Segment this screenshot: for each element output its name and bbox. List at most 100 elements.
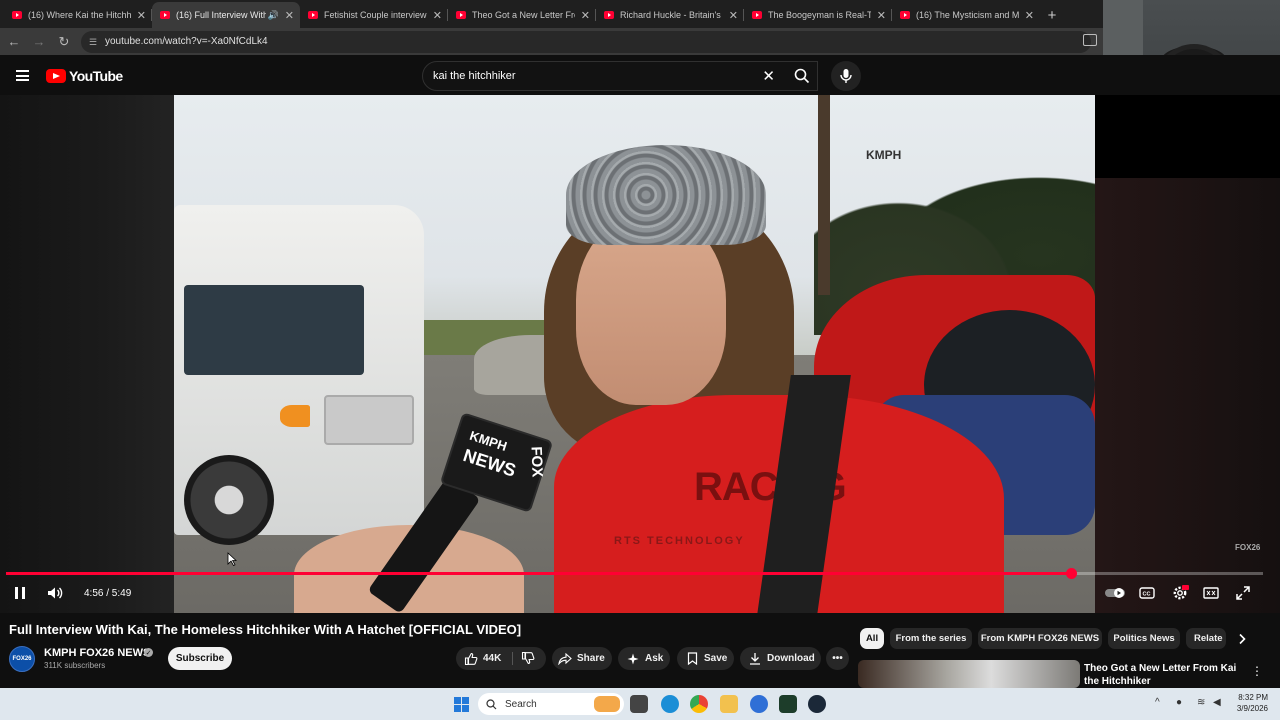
browser-tab[interactable]: (16) The Mysticism and Mag ✕ [892,2,1040,28]
channel-avatar[interactable]: FOX26 [9,646,35,672]
save-button[interactable]: Save [677,647,734,670]
tab-close-icon[interactable]: ✕ [433,9,442,22]
fullscreen-button[interactable] [1235,583,1251,603]
steam-icon[interactable] [808,695,826,713]
app-icon-green[interactable] [779,695,797,713]
like-count[interactable]: 44K [483,653,501,664]
tab-close-icon[interactable]: ✕ [285,9,294,22]
microphone-icon [840,69,852,83]
chip-related[interactable]: Relate [1186,628,1226,649]
browser-tab[interactable]: (16) Where Kai the Hitchhike ✕ [4,2,152,28]
back-arrow-icon[interactable]: ← [3,31,25,53]
chrome-browser-icon[interactable] [690,695,708,713]
chip-politics-news[interactable]: Politics News [1108,628,1180,649]
tab-audio-icon[interactable]: 🔊 [268,10,279,21]
volume-button[interactable] [46,583,64,603]
youtube-logo[interactable]: YouTube [46,68,123,84]
chip-from-channel[interactable]: From KMPH FOX26 NEWS [978,628,1102,649]
related-video-menu-icon[interactable]: ⋮ [1251,664,1263,678]
browser-tab[interactable]: Theo Got a New Letter From ✕ [448,2,596,28]
download-button[interactable]: Download [740,647,821,670]
edge-browser-icon[interactable] [661,695,679,713]
thumbs-up-icon [464,652,478,665]
browser-tab[interactable]: Richard Huckle - Britain's W ✕ [596,2,744,28]
like-dislike-group: 44K [456,647,546,670]
youtube-favicon-icon [12,11,22,19]
svg-text:CC: CC [1143,592,1151,598]
shirt-sub-text: RTS TECHNOLOGY [614,535,745,547]
progress-bar[interactable] [6,568,1263,579]
dislike-button[interactable] [521,651,535,668]
verified-check-icon: ✓ [144,648,153,657]
browser-tab-active[interactable]: (16) Full Interview With K 🔊 ✕ [152,2,300,28]
like-button[interactable] [464,652,478,666]
cast-icon[interactable] [1083,34,1097,46]
progress-scrubber-handle[interactable] [1065,568,1077,579]
video-frame[interactable]: RACING RTS TECHNOLOGY KMPH NEWS FOX KMPH [174,95,1095,613]
reload-icon[interactable]: ↻ [53,31,75,53]
search-icon [794,68,810,84]
video-title: Full Interview With Kai, The Homeless Hi… [9,622,522,637]
taskbar-search[interactable]: Search [478,693,624,715]
tab-close-icon[interactable]: ✕ [729,9,738,22]
chip-from-the-series[interactable]: From the series [890,628,972,649]
settings-button[interactable] [1170,583,1190,603]
forward-arrow-icon[interactable]: → [28,31,50,53]
tab-title: The Boogeyman is Real-Tyre [768,10,871,20]
taskbar-clock[interactable]: 8:32 PM 3/9/2026 [1234,692,1268,714]
channel-subscriber-count: 311K subscribers [44,661,106,670]
file-explorer-icon[interactable] [720,695,738,713]
youtube-favicon-icon [604,11,614,19]
ask-button[interactable]: Ask [618,647,670,670]
more-actions-button[interactable]: ••• [826,647,849,670]
pause-button[interactable] [13,583,27,603]
video-white-bus [174,205,424,545]
youtube-favicon-icon [160,11,170,19]
search-button[interactable] [784,61,820,91]
tray-chevron-icon[interactable]: ^ [1155,697,1160,708]
tray-microphone-icon[interactable]: ● [1176,697,1182,708]
menu-icon[interactable] [16,70,29,81]
closed-captions-icon: CC [1139,587,1155,599]
browser-tab[interactable]: Fetishist Couple interview-C ✕ [300,2,448,28]
voice-search-button[interactable] [831,61,861,91]
tab-title: (16) Where Kai the Hitchhike [28,10,131,20]
address-bar[interactable]: ☰ youtube.com/watch?v=-Xa0NfCdLk4 [81,30,1091,53]
browser-tab[interactable]: The Boogeyman is Real-Tyre ✕ [744,2,892,28]
tab-close-icon[interactable]: ✕ [877,9,886,22]
channel-name[interactable]: KMPH FOX26 NEWS [44,647,150,659]
subtitles-button[interactable]: CC [1139,583,1155,603]
new-tab-button[interactable]: + [1040,2,1064,28]
screen: (16) Where Kai the Hitchhike ✕ (16) Full… [0,0,1280,720]
site-info-icon[interactable]: ☰ [89,37,99,47]
clear-search-icon[interactable]: ✕ [762,67,775,85]
tab-title: (16) The Mysticism and Mag [916,10,1019,20]
video-player[interactable]: RACING RTS TECHNOLOGY KMPH NEWS FOX KMPH [0,95,1280,613]
tab-close-icon[interactable]: ✕ [137,9,146,22]
related-video-thumbnail[interactable] [858,660,1080,688]
url-text: youtube.com/watch?v=-Xa0NfCdLk4 [105,36,268,47]
chevron-right-icon[interactable] [1236,633,1248,645]
chip-all[interactable]: All [860,628,884,649]
browser-tab-strip: (16) Where Kai the Hitchhike ✕ (16) Full… [0,0,1103,28]
share-button[interactable]: Share [552,647,612,670]
speaker-icon[interactable]: ◀ [1213,697,1221,708]
miniplayer-button[interactable] [1202,583,1220,603]
progress-played [6,572,1071,575]
task-view-icon[interactable] [630,695,648,713]
subscribe-button[interactable]: Subscribe [168,647,232,670]
browser-toolbar: ← → ↻ ☰ youtube.com/watch?v=-Xa0NfCdLk4 [0,28,1103,55]
tab-close-icon[interactable]: ✕ [581,9,590,22]
wifi-icon[interactable]: ≋ [1197,697,1205,708]
windows-start-icon[interactable] [454,697,469,712]
ambient-glow-left [0,95,174,613]
thumbs-down-icon [521,651,535,665]
related-video-title[interactable]: Theo Got a New Letter From Kai the Hitch… [1084,662,1244,688]
app-icon-blue[interactable] [750,695,768,713]
autoplay-toggle[interactable] [1104,583,1126,603]
time-display: 4:56 / 5:49 [84,587,132,599]
search-input[interactable]: kai the hitchhiker ✕ [422,61,818,91]
bus-grill [324,395,414,445]
tab-close-icon[interactable]: ✕ [1025,9,1034,22]
mouse-cursor-icon [227,552,237,566]
